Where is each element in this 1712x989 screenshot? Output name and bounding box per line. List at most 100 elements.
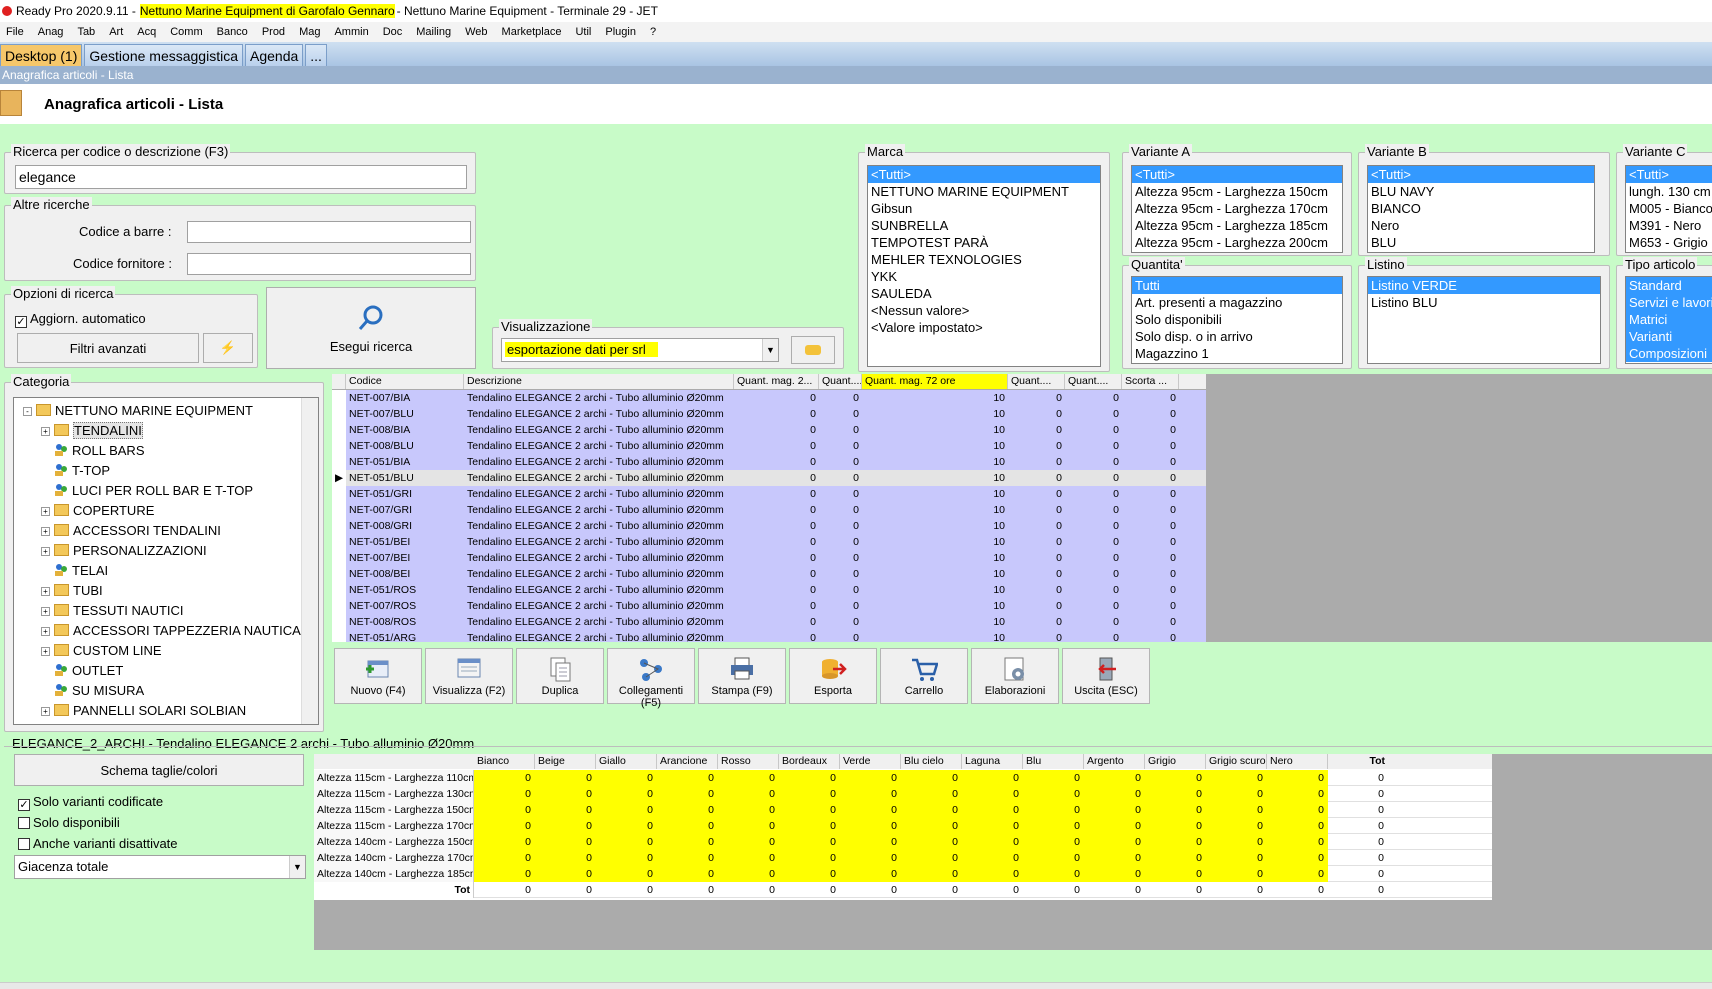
matrix-cell[interactable]: 0 xyxy=(596,850,657,866)
matrix-cell[interactable]: 0 xyxy=(779,834,840,850)
matrix-cell[interactable]: 0 xyxy=(474,770,535,786)
tree-item[interactable]: + PANNELLI SOLARI SOLBIAN xyxy=(38,702,246,720)
matrix-row[interactable]: Altezza 140cm - Larghezza 150cm 0 0 0 0 0 0 0 0 0… xyxy=(314,834,1492,850)
menu-item[interactable]: Art xyxy=(103,26,131,38)
matrix-cell[interactable]: 0 xyxy=(962,834,1023,850)
matrix-cell[interactable]: 0 xyxy=(1267,834,1328,850)
matrix-cell[interactable]: 0 xyxy=(1023,802,1084,818)
size-color-scheme-button[interactable]: Schema taglie/colori xyxy=(14,754,304,786)
matrix-cell[interactable]: 0 xyxy=(1267,802,1328,818)
menu-item[interactable]: Anag xyxy=(32,26,72,38)
list-item[interactable]: SAULEDA xyxy=(868,285,1100,302)
list-item[interactable]: Listino BLU xyxy=(1368,294,1600,311)
list-item[interactable]: Varianti xyxy=(1626,328,1712,345)
matrix-cell[interactable]: 0 xyxy=(535,818,596,834)
matrix-cell[interactable]: 0 xyxy=(779,850,840,866)
menu-item[interactable]: Web xyxy=(459,26,495,38)
list-item[interactable]: Composizioni xyxy=(1626,345,1712,362)
matrix-cell[interactable]: 0 xyxy=(901,850,962,866)
list-item[interactable]: NETTUNO MARINE EQUIPMENT xyxy=(868,183,1100,200)
matrix-cell[interactable]: 0 xyxy=(840,818,901,834)
list-item[interactable]: Altezza 95cm - Larghezza 200cm xyxy=(1132,234,1342,251)
variant-c-list[interactable]: <Tutti> lungh. 130 cm M005 - Bianco M391 - … xyxy=(1625,165,1712,253)
expand-icon[interactable]: + xyxy=(41,647,50,656)
matrix-cell[interactable]: 0 xyxy=(901,786,962,802)
matrix-cell[interactable]: 0 xyxy=(657,786,718,802)
list-item[interactable]: Altezza 95cm - Larghezza 170cm xyxy=(1132,200,1342,217)
list-item[interactable]: M653 - Grigio xyxy=(1626,234,1712,251)
table-row[interactable]: NET-051/ROS Tendalino ELEGANCE 2 archi - … xyxy=(332,582,1206,598)
table-row[interactable]: ▶ NET-051/BLU Tendalino ELEGANCE 2 archi -… xyxy=(332,470,1206,486)
list-item[interactable]: <Tutti> xyxy=(868,166,1100,183)
column-header[interactable]: Quant.... xyxy=(1065,374,1122,389)
matrix-cell[interactable]: 0 xyxy=(535,802,596,818)
column-header[interactable]: Scorta ... xyxy=(1122,374,1179,389)
tree-item[interactable]: + TESSUTI NAUTICI xyxy=(38,602,184,620)
matrix-cell[interactable]: 0 xyxy=(840,770,901,786)
matrix-cell[interactable]: 0 xyxy=(901,802,962,818)
matrix-row[interactable]: Altezza 115cm - Larghezza 170cm 0 0 0 0 0 0 0 0 0… xyxy=(314,818,1492,834)
matrix-cell[interactable]: 0 xyxy=(1145,802,1206,818)
list-item[interactable]: Gibsun xyxy=(868,200,1100,217)
column-header[interactable]: Codice xyxy=(346,374,464,389)
table-row[interactable]: NET-007/ROS Tendalino ELEGANCE 2 archi - … xyxy=(332,598,1206,614)
matrix-cell[interactable]: 0 xyxy=(840,850,901,866)
matrix-cell[interactable]: 0 xyxy=(1206,770,1267,786)
lightning-button[interactable]: ⚡ xyxy=(203,333,253,363)
matrix-cell[interactable]: 0 xyxy=(1206,786,1267,802)
column-header[interactable]: Quant. mag. 72 ore xyxy=(862,374,1008,389)
matrix-cell[interactable]: 0 xyxy=(718,866,779,882)
matrix-cell[interactable]: 0 xyxy=(840,786,901,802)
tree-item[interactable]: OUTLET xyxy=(38,662,123,680)
tree-item[interactable]: TELAI xyxy=(38,562,108,580)
uscita-button[interactable]: Uscita (ESC) xyxy=(1062,648,1150,704)
expand-icon[interactable]: + xyxy=(41,427,50,436)
expand-icon[interactable]: - xyxy=(23,407,32,416)
list-item[interactable]: MEHLER TEXNOLOGIES xyxy=(868,251,1100,268)
matrix-cell[interactable]: 0 xyxy=(474,850,535,866)
matrix-cell[interactable]: 0 xyxy=(596,866,657,882)
column-header[interactable]: Descrizione xyxy=(464,374,734,389)
expand-icon[interactable]: + xyxy=(41,527,50,536)
list-item[interactable]: lungh. 130 cm xyxy=(1626,183,1712,200)
item-type-list[interactable]: Standard Servizi e lavori Matrici Varianti C… xyxy=(1625,276,1712,364)
list-item[interactable]: <Tutti> xyxy=(1132,166,1342,183)
list-item[interactable]: M391 - Nero xyxy=(1626,217,1712,234)
matrix-cell[interactable]: 0 xyxy=(1206,850,1267,866)
list-item[interactable]: <Nessun valore> xyxy=(868,302,1100,319)
elaborazioni-button[interactable]: Elaborazioni xyxy=(971,648,1059,704)
list-item[interactable]: Altezza 95cm - Larghezza 150cm xyxy=(1132,183,1342,200)
matrix-cell[interactable]: 0 xyxy=(901,834,962,850)
list-item[interactable]: Art. presenti a magazzino xyxy=(1132,294,1342,311)
matrix-row[interactable]: Altezza 140cm - Larghezza 170cm 0 0 0 0 0 0 0 0 0… xyxy=(314,850,1492,866)
expand-icon[interactable]: + xyxy=(41,507,50,516)
list-item[interactable]: <Tutti> xyxy=(1626,166,1712,183)
matrix-cell[interactable]: 0 xyxy=(535,834,596,850)
matrix-cell[interactable]: 0 xyxy=(1145,818,1206,834)
matrix-cell[interactable]: 0 xyxy=(962,802,1023,818)
execute-search-button[interactable]: Esegui ricerca xyxy=(266,287,476,369)
column-header[interactable]: Quant. mag. 2... xyxy=(734,374,819,389)
matrix-cell[interactable]: 0 xyxy=(474,786,535,802)
tab-desktop[interactable]: Desktop (1) xyxy=(0,44,83,66)
expand-icon[interactable]: + xyxy=(41,627,50,636)
expand-icon[interactable]: + xyxy=(41,707,50,716)
table-row[interactable]: NET-051/ARG Tendalino ELEGANCE 2 archi - … xyxy=(332,630,1206,642)
visualizza-button[interactable]: Visualizza (F2) xyxy=(425,648,513,704)
menu-item[interactable]: Plugin xyxy=(599,26,644,38)
tree-item[interactable]: +PRODUZIONE xyxy=(20,722,142,724)
tree-item[interactable]: + TUBI xyxy=(38,582,103,600)
list-item[interactable]: BLU xyxy=(1368,234,1594,251)
matrix-cell[interactable]: 0 xyxy=(1084,850,1145,866)
tree-item[interactable]: LUCI PER ROLL BAR E T-TOP xyxy=(38,482,253,500)
list-item[interactable]: Servizi e lavori xyxy=(1626,294,1712,311)
matrix-cell[interactable]: 0 xyxy=(718,770,779,786)
matrix-cell[interactable]: 0 xyxy=(596,818,657,834)
list-item[interactable]: M005 - Bianco xyxy=(1626,200,1712,217)
table-row[interactable]: NET-051/BIA Tendalino ELEGANCE 2 archi - … xyxy=(332,454,1206,470)
matrix-cell[interactable]: 0 xyxy=(657,802,718,818)
matrix-cell[interactable]: 0 xyxy=(1023,818,1084,834)
matrix-cell[interactable]: 0 xyxy=(718,834,779,850)
matrix-cell[interactable]: 0 xyxy=(1145,866,1206,882)
table-row[interactable]: NET-007/BLU Tendalino ELEGANCE 2 archi - … xyxy=(332,406,1206,422)
